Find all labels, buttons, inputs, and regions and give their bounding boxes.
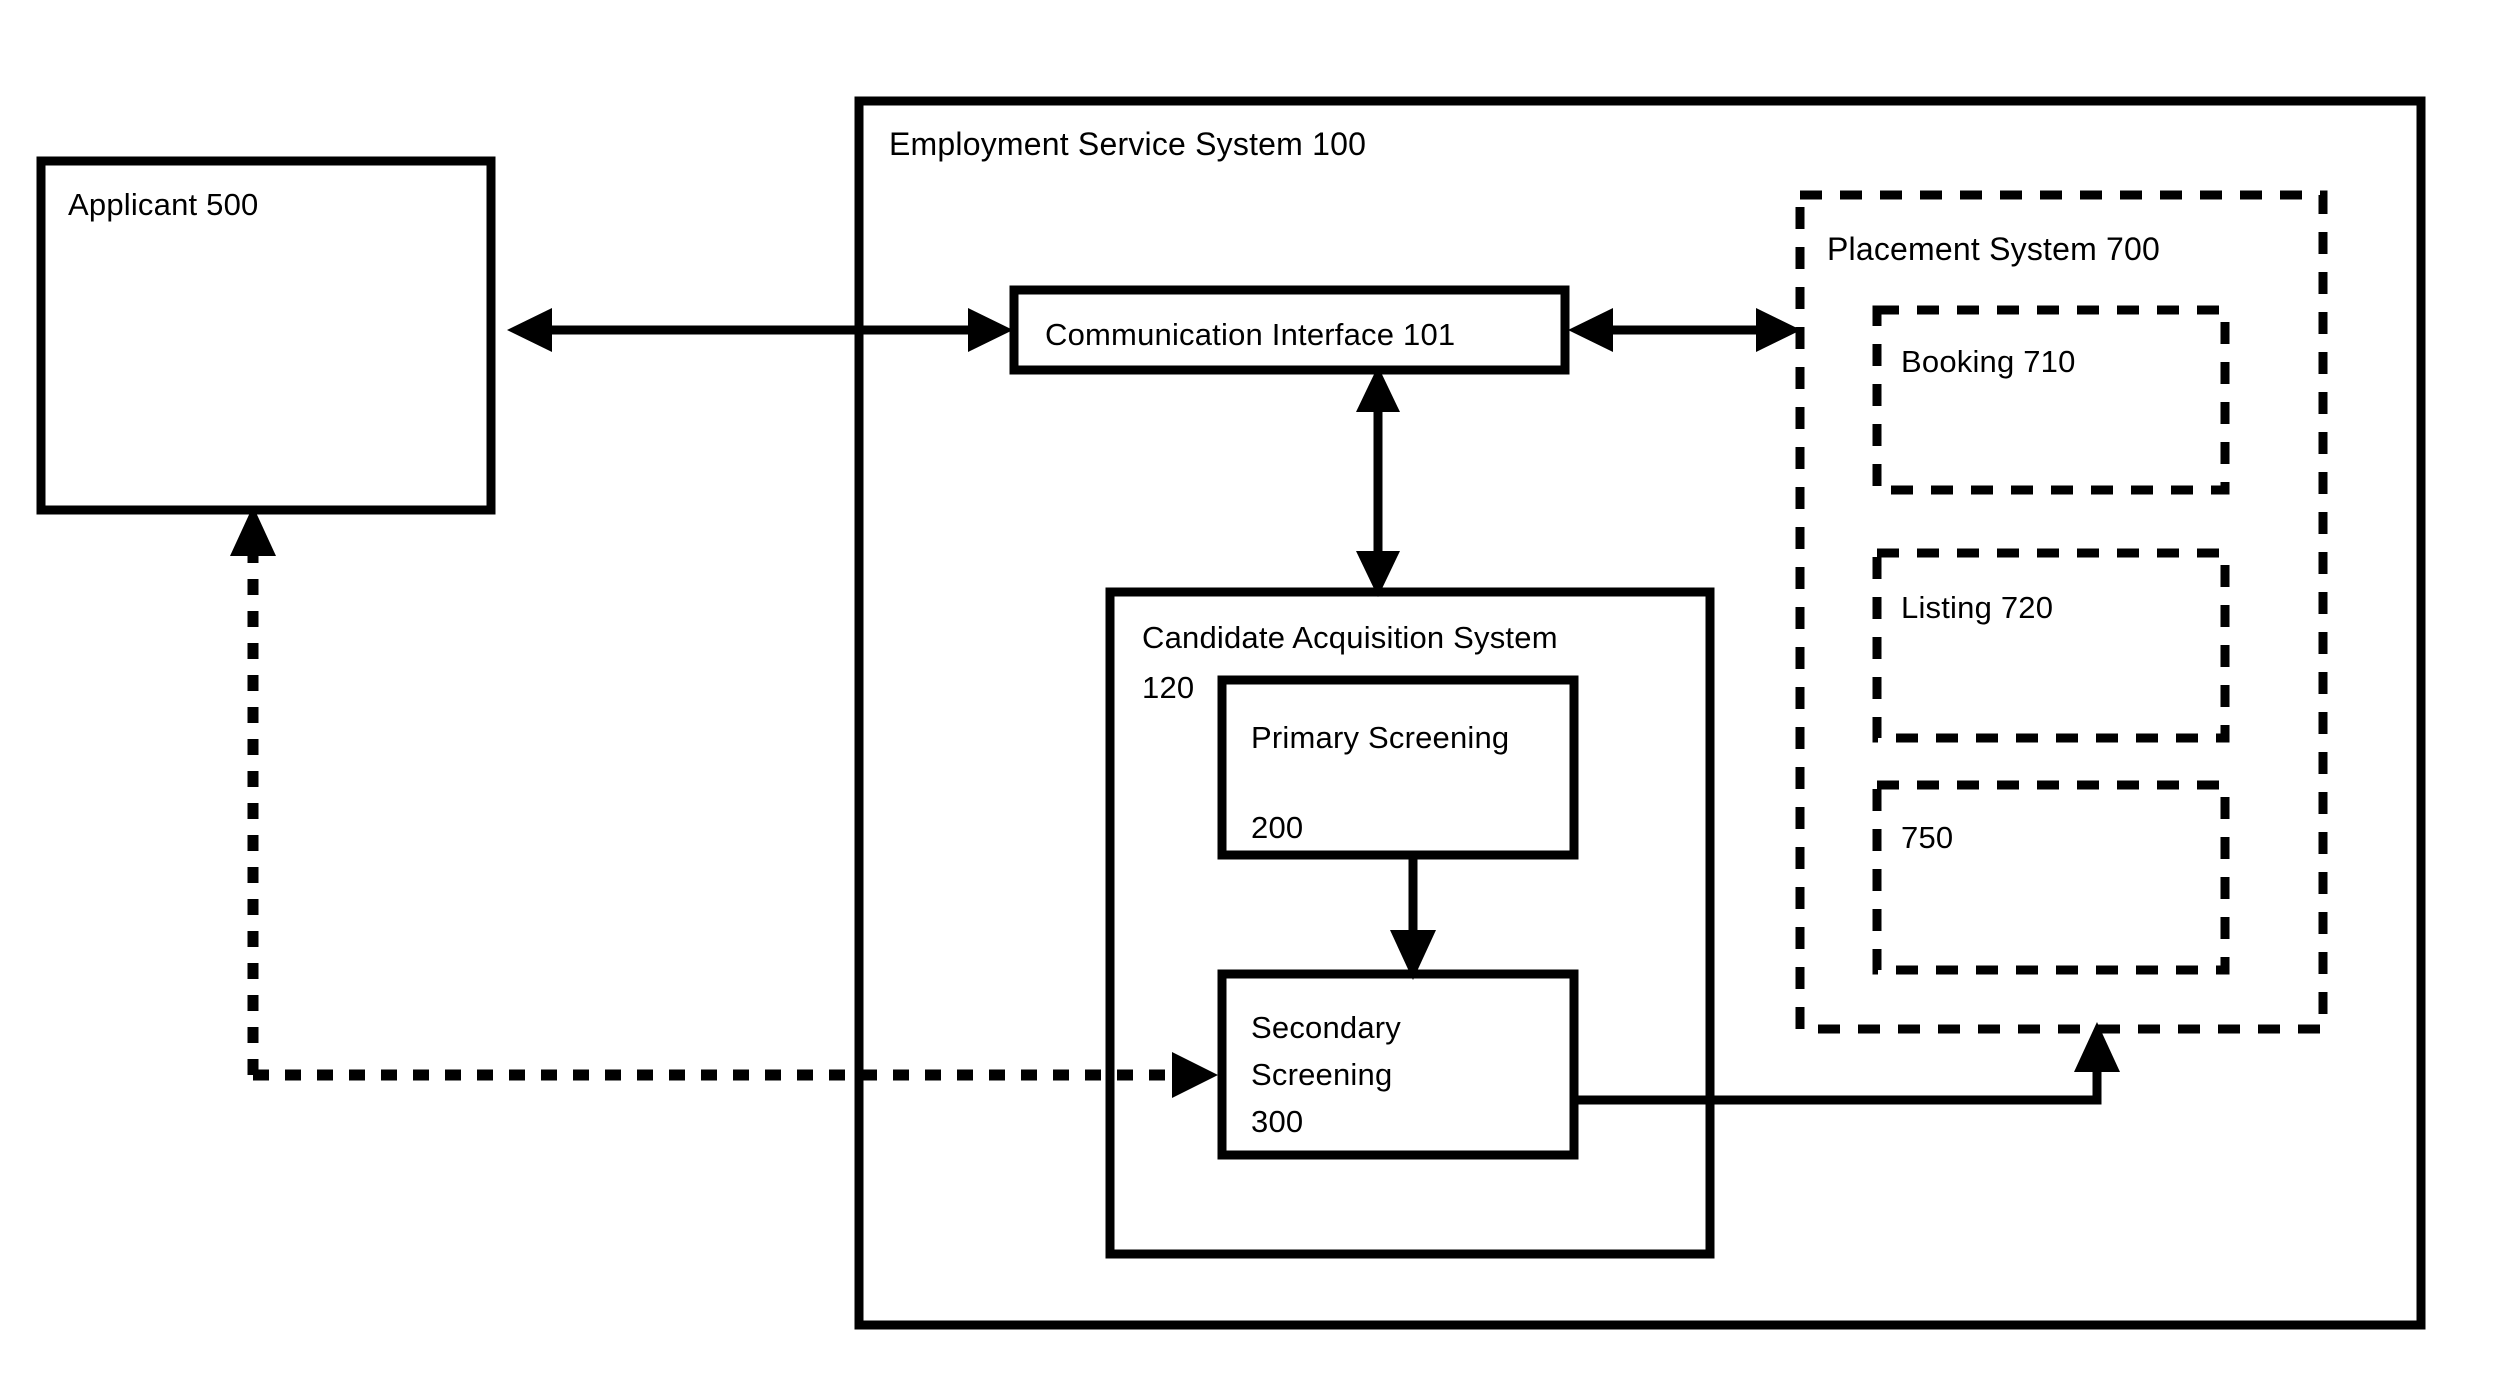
label-booking: Booking 710 [1901, 344, 2076, 379]
label-unit-750: 750 [1901, 820, 1953, 855]
label-secondary-screening-line1: Secondary [1251, 1010, 1401, 1045]
label-candidate-acquisition-system-line1: Candidate Acquisition System [1142, 620, 1558, 655]
label-placement-system: Placement System 700 [1827, 231, 2160, 267]
label-employment-service-system: Employment Service System 100 [889, 126, 1366, 162]
label-applicant: Applicant 500 [68, 187, 258, 222]
label-listing: Listing 720 [1901, 590, 2053, 625]
block-diagram: Employment Service System 100 Applicant … [36, 96, 2426, 1330]
figure-canvas: Employment Service System 100 Applicant … [0, 0, 2495, 1394]
label-communication-interface: Communication Interface 101 [1045, 317, 1455, 352]
label-primary-screening-line2: 200 [1251, 810, 1303, 845]
label-secondary-screening-line2: Screening [1251, 1057, 1392, 1092]
label-secondary-screening-line3: 300 [1251, 1104, 1303, 1139]
label-primary-screening-line1: Primary Screening [1251, 720, 1509, 755]
label-candidate-acquisition-system-line2: 120 [1142, 670, 1194, 705]
